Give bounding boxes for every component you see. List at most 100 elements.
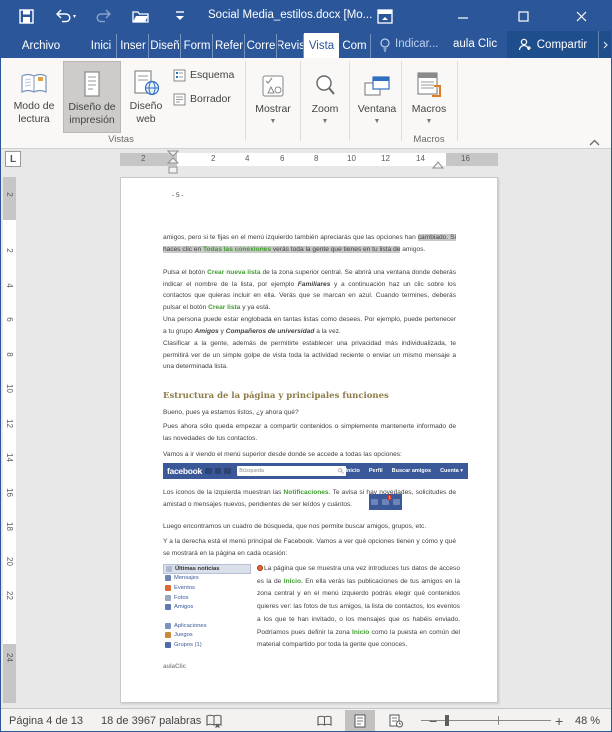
print-layout-icon	[354, 714, 366, 728]
facebook-link-cuenta: Cuenta ▾	[440, 468, 463, 474]
facebook-link-buscar-amigos: Buscar amigos	[392, 468, 431, 474]
status-bar: Página 4 de 13 18 de 3967 palabras	[1, 708, 611, 732]
tab-vista[interactable]: Vista	[304, 33, 339, 58]
customize-quick-access-toolbar-button[interactable]	[169, 6, 191, 26]
tab-correspondencia[interactable]: Corre	[246, 34, 277, 58]
share-button[interactable]: Compartir	[507, 31, 598, 58]
print-layout-icon	[79, 62, 105, 98]
zoom-group-button[interactable]: Zoom ▼	[304, 61, 346, 139]
page-indicator[interactable]: Página 4 de 13	[9, 709, 83, 732]
zoom-slider-center-notch	[498, 716, 499, 725]
close-button[interactable]	[559, 1, 603, 31]
tab-diseno[interactable]: Diseñ	[150, 34, 181, 58]
right-indent-marker[interactable]	[432, 157, 444, 175]
undo-icon	[56, 9, 73, 23]
redo-icon	[94, 9, 111, 23]
open-folder-icon	[132, 9, 149, 23]
save-button[interactable]	[15, 6, 37, 26]
web-layout-icon	[389, 714, 403, 728]
draft-icon	[173, 93, 186, 106]
fb-menu-item: Grupos (1)	[163, 640, 251, 650]
macros-icon	[414, 61, 444, 99]
paragraph: Vamos a ir viendo el menú superior desde…	[163, 449, 456, 461]
ribbon-display-options-button[interactable]	[374, 6, 396, 26]
tab-formato[interactable]: Form	[182, 34, 213, 58]
friend-requests-icon	[371, 499, 378, 505]
tab-complementos[interactable]: Com	[339, 34, 371, 58]
outline-label: Esquema	[190, 69, 234, 81]
show-icon	[260, 61, 286, 99]
friend-requests-icon	[205, 468, 212, 474]
facebook-menu-image: Últimas noticias Mensajes Eventos Fotos …	[163, 564, 251, 650]
read-mode-view-button[interactable]	[309, 710, 339, 732]
zoom-slider-track[interactable]	[421, 720, 551, 721]
friends-icon	[165, 604, 171, 610]
paragraph: La página que se muestra una vez introdu…	[257, 563, 460, 652]
apps-icon	[165, 623, 171, 629]
tab-scroll-right-button[interactable]	[598, 31, 612, 58]
fb-menu-item: Mensajes	[163, 574, 251, 584]
tab-archivo[interactable]: Archivo	[9, 34, 73, 58]
tab-revisar[interactable]: Revis	[278, 34, 304, 58]
read-mode-icon	[19, 61, 49, 97]
macros-button[interactable]: Macros ▼	[405, 61, 453, 139]
messages-icon	[215, 468, 222, 474]
facebook-toolbar-image: facebook Búsqueda Inicio Perfil Buscar a…	[163, 463, 468, 479]
web-layout-view-button[interactable]	[381, 710, 411, 732]
show-group-button[interactable]: Mostrar ▼	[249, 61, 297, 139]
photos-icon	[165, 595, 171, 601]
document-area: L 2 2 4 6 8 10 12 14 16	[1, 149, 612, 708]
paragraph: Pulsa el botón Crear nueva lista de la z…	[163, 267, 456, 313]
title-bar[interactable]: ▾ Social Media_estilos.docx [Mo...	[1, 1, 611, 31]
customize-toolbar-icon	[175, 10, 185, 22]
redo-button[interactable]	[91, 6, 113, 26]
tab-inicio[interactable]: Inici	[86, 34, 117, 58]
web-layout-button[interactable]: Diseño web	[123, 61, 169, 133]
document-page[interactable]: - 5 - amigos, pero si te fijas en el men…	[120, 177, 498, 703]
proofing-errors-button[interactable]	[206, 709, 222, 732]
undo-dropdown-caret[interactable]: ▾	[73, 13, 76, 20]
paragraph: amigos, pero si te fijas en el menú izqu…	[163, 232, 456, 255]
zoom-in-button[interactable]: +	[555, 709, 563, 732]
zoom-icon	[313, 61, 337, 99]
window-group-button[interactable]: Ventana ▼	[353, 61, 401, 139]
paragraph: Una persona puede estar englobada en tan…	[163, 314, 456, 337]
account-name[interactable]: aula Clic	[453, 38, 497, 50]
zoom-label: Zoom	[312, 103, 339, 115]
vertical-ruler[interactable]: 2 2 4 6 8 10 12 14 16 18 20 22 24	[3, 177, 16, 703]
tab-stop-selector[interactable]: L	[5, 151, 21, 167]
fb-menu-item: Eventos	[163, 583, 251, 593]
outline-view-button[interactable]: Esquema	[173, 65, 234, 85]
paragraph: Clasificar a la gente, además de permiti…	[163, 338, 456, 373]
paragraph: Y a la derecha está el menú principal de…	[163, 536, 456, 559]
fb-menu-item: Amigos	[163, 602, 251, 612]
draft-view-button[interactable]: Borrador	[173, 89, 231, 109]
open-button[interactable]	[129, 6, 151, 26]
notifications-icons-image: 1	[369, 494, 402, 510]
print-layout-label: Diseño de impresión	[64, 101, 120, 127]
tab-referencias[interactable]: Refer	[214, 34, 245, 58]
print-layout-button[interactable]: Diseño de impresión	[63, 61, 121, 133]
maximize-button[interactable]	[501, 1, 545, 31]
fb-menu-item: Últimas noticias	[163, 564, 251, 574]
minimize-button[interactable]	[441, 1, 485, 31]
word-window: ▾ Social Media_estilos.docx [Mo...	[0, 0, 612, 732]
tell-me-box[interactable]: Indicar...	[395, 38, 438, 50]
share-person-icon	[518, 38, 532, 51]
paragraph: Bueno, pues ya estamos listos, ¿y ahora …	[163, 407, 456, 419]
views-group-label: Vistas	[61, 134, 181, 145]
undo-button[interactable]: ▾	[51, 6, 81, 26]
word-count[interactable]: 18 de 3967 palabras	[101, 709, 201, 732]
ribbon-display-options-icon	[377, 9, 393, 24]
messages-icon: 1	[382, 499, 389, 505]
tab-insertar[interactable]: Inser	[118, 34, 149, 58]
fb-menu-item: Aplicaciones	[163, 621, 251, 631]
outline-icon	[173, 69, 186, 82]
read-mode-button[interactable]: Modo de lectura	[7, 61, 61, 133]
zoom-level[interactable]: 48 %	[575, 709, 600, 732]
draft-label: Borrador	[190, 93, 231, 105]
close-icon	[576, 11, 587, 22]
zoom-slider-thumb[interactable]	[445, 715, 449, 726]
show-label: Mostrar	[255, 103, 291, 115]
print-layout-view-button[interactable]	[345, 710, 375, 732]
